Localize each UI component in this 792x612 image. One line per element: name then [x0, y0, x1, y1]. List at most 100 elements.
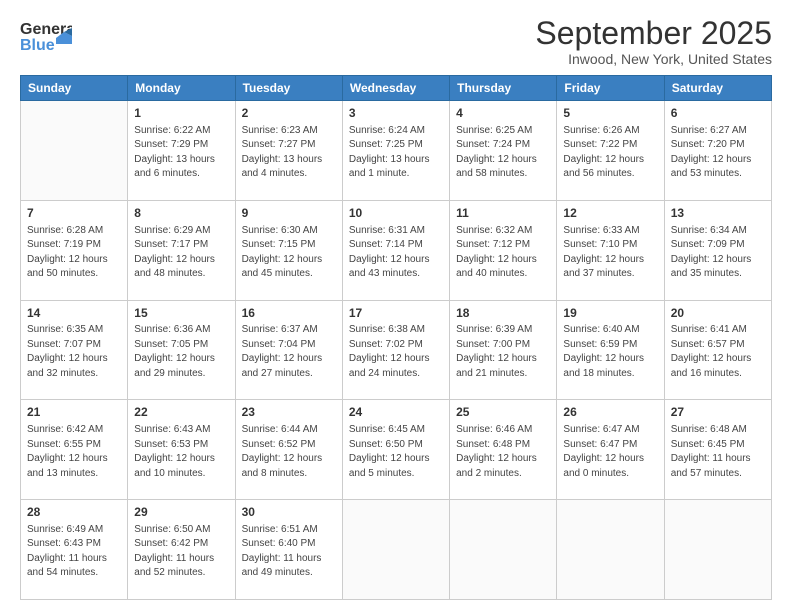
title-block: September 2025 Inwood, New York, United … — [535, 16, 772, 67]
calendar-day: 16Sunrise: 6:37 AM Sunset: 7:04 PM Dayli… — [235, 300, 342, 400]
calendar-day: 30 Sunrise: 6:51 AM Sunset: 6:40 PM Dayli… — [235, 500, 342, 600]
calendar-day: 25 Sunrise: 6:46 AM Sunset: 6:48 PM Dayli… — [450, 400, 557, 500]
day-info: Sunrise: 6:34 AM Sunset: 7:09 PM Dayligh… — [671, 224, 765, 282]
day-number: 16 — [242, 305, 336, 322]
calendar: Sunday Monday Tuesday Wednesday Thursday… — [20, 75, 772, 600]
day-info: Sunrise: 6:38 AM Sunset: 7:02 PM Dayligh… — [349, 323, 443, 381]
day-number: 30 — [242, 504, 336, 521]
main-title: September 2025 — [535, 16, 772, 51]
logo-icon: General Blue — [20, 16, 72, 56]
day-number: 17 — [349, 305, 443, 322]
calendar-header-row: Sunday Monday Tuesday Wednesday Thursday… — [21, 76, 772, 101]
calendar-day: 17Sunrise: 6:38 AM Sunset: 7:02 PM Dayli… — [342, 300, 449, 400]
calendar-day: 6 Sunrise: 6:27 AM Sunset: 7:20 PM Daylig… — [664, 101, 771, 201]
day-number: 2 — [242, 105, 336, 122]
day-number: 14 — [27, 305, 121, 322]
day-number: 4 — [456, 105, 550, 122]
calendar-day — [450, 500, 557, 600]
calendar-day — [557, 500, 664, 600]
calendar-day: 14Sunrise: 6:35 AM Sunset: 7:07 PM Dayli… — [21, 300, 128, 400]
day-number: 22 — [134, 404, 228, 421]
day-number: 25 — [456, 404, 550, 421]
calendar-day — [664, 500, 771, 600]
col-tuesday: Tuesday — [235, 76, 342, 101]
day-info: Sunrise: 6:26 AM Sunset: 7:22 PM Dayligh… — [563, 124, 657, 182]
calendar-week-1: 7Sunrise: 6:28 AM Sunset: 7:19 PM Daylig… — [21, 200, 772, 300]
day-info: Sunrise: 6:35 AM Sunset: 7:07 PM Dayligh… — [27, 323, 121, 381]
calendar-day: 28 Sunrise: 6:49 AM Sunset: 6:43 PM Dayli… — [21, 500, 128, 600]
calendar-day: 20Sunrise: 6:41 AM Sunset: 6:57 PM Dayli… — [664, 300, 771, 400]
day-info: Sunrise: 6:22 AM Sunset: 7:29 PM Dayligh… — [134, 124, 228, 182]
calendar-day: 4 Sunrise: 6:25 AM Sunset: 7:24 PM Daylig… — [450, 101, 557, 201]
day-info: Sunrise: 6:43 AM Sunset: 6:53 PM Dayligh… — [134, 423, 228, 481]
col-saturday: Saturday — [664, 76, 771, 101]
day-number: 8 — [134, 205, 228, 222]
day-number: 18 — [456, 305, 550, 322]
page: General Blue September 2025 Inwood, New … — [0, 0, 792, 612]
col-friday: Friday — [557, 76, 664, 101]
day-number: 15 — [134, 305, 228, 322]
day-number: 29 — [134, 504, 228, 521]
day-number: 23 — [242, 404, 336, 421]
calendar-day: 26 Sunrise: 6:47 AM Sunset: 6:47 PM Dayli… — [557, 400, 664, 500]
calendar-week-2: 14Sunrise: 6:35 AM Sunset: 7:07 PM Dayli… — [21, 300, 772, 400]
day-info: Sunrise: 6:25 AM Sunset: 7:24 PM Dayligh… — [456, 124, 550, 182]
day-number: 12 — [563, 205, 657, 222]
calendar-day: 22 Sunrise: 6:43 AM Sunset: 6:53 PM Dayli… — [128, 400, 235, 500]
day-info: Sunrise: 6:51 AM Sunset: 6:40 PM Dayligh… — [242, 523, 336, 581]
day-info: Sunrise: 6:45 AM Sunset: 6:50 PM Dayligh… — [349, 423, 443, 481]
day-info: Sunrise: 6:40 AM Sunset: 6:59 PM Dayligh… — [563, 323, 657, 381]
day-number: 10 — [349, 205, 443, 222]
day-number: 21 — [27, 404, 121, 421]
day-number: 11 — [456, 205, 550, 222]
calendar-day: 8Sunrise: 6:29 AM Sunset: 7:17 PM Daylig… — [128, 200, 235, 300]
day-info: Sunrise: 6:23 AM Sunset: 7:27 PM Dayligh… — [242, 124, 336, 182]
day-info: Sunrise: 6:46 AM Sunset: 6:48 PM Dayligh… — [456, 423, 550, 481]
calendar-day: 21 Sunrise: 6:42 AM Sunset: 6:55 PM Dayli… — [21, 400, 128, 500]
day-number: 6 — [671, 105, 765, 122]
calendar-day: 10 Sunrise: 6:31 AM Sunset: 7:14 PM Dayli… — [342, 200, 449, 300]
calendar-day: 2 Sunrise: 6:23 AM Sunset: 7:27 PM Daylig… — [235, 101, 342, 201]
calendar-day: 7Sunrise: 6:28 AM Sunset: 7:19 PM Daylig… — [21, 200, 128, 300]
calendar-day: 24 Sunrise: 6:45 AM Sunset: 6:50 PM Dayli… — [342, 400, 449, 500]
day-info: Sunrise: 6:49 AM Sunset: 6:43 PM Dayligh… — [27, 523, 121, 581]
day-number: 1 — [134, 105, 228, 122]
svg-text:Blue: Blue — [20, 37, 55, 54]
day-number: 20 — [671, 305, 765, 322]
calendar-day: 19Sunrise: 6:40 AM Sunset: 6:59 PM Dayli… — [557, 300, 664, 400]
day-number: 19 — [563, 305, 657, 322]
day-info: Sunrise: 6:42 AM Sunset: 6:55 PM Dayligh… — [27, 423, 121, 481]
day-info: Sunrise: 6:48 AM Sunset: 6:45 PM Dayligh… — [671, 423, 765, 481]
day-number: 9 — [242, 205, 336, 222]
col-sunday: Sunday — [21, 76, 128, 101]
calendar-day: 13 Sunrise: 6:34 AM Sunset: 7:09 PM Dayli… — [664, 200, 771, 300]
day-info: Sunrise: 6:44 AM Sunset: 6:52 PM Dayligh… — [242, 423, 336, 481]
calendar-week-4: 28 Sunrise: 6:49 AM Sunset: 6:43 PM Dayli… — [21, 500, 772, 600]
calendar-day: 11Sunrise: 6:32 AM Sunset: 7:12 PM Dayli… — [450, 200, 557, 300]
header: General Blue September 2025 Inwood, New … — [20, 16, 772, 67]
day-info: Sunrise: 6:27 AM Sunset: 7:20 PM Dayligh… — [671, 124, 765, 182]
day-info: Sunrise: 6:30 AM Sunset: 7:15 PM Dayligh… — [242, 224, 336, 282]
day-number: 28 — [27, 504, 121, 521]
calendar-day: 9 Sunrise: 6:30 AM Sunset: 7:15 PM Daylig… — [235, 200, 342, 300]
day-number: 26 — [563, 404, 657, 421]
day-number: 24 — [349, 404, 443, 421]
day-number: 3 — [349, 105, 443, 122]
day-info: Sunrise: 6:36 AM Sunset: 7:05 PM Dayligh… — [134, 323, 228, 381]
col-thursday: Thursday — [450, 76, 557, 101]
day-info: Sunrise: 6:39 AM Sunset: 7:00 PM Dayligh… — [456, 323, 550, 381]
calendar-day: 15Sunrise: 6:36 AM Sunset: 7:05 PM Dayli… — [128, 300, 235, 400]
day-number: 13 — [671, 205, 765, 222]
calendar-day: 27Sunrise: 6:48 AM Sunset: 6:45 PM Dayli… — [664, 400, 771, 500]
calendar-day — [342, 500, 449, 600]
day-info: Sunrise: 6:47 AM Sunset: 6:47 PM Dayligh… — [563, 423, 657, 481]
logo: General Blue — [20, 16, 72, 56]
calendar-day: 29Sunrise: 6:50 AM Sunset: 6:42 PM Dayli… — [128, 500, 235, 600]
calendar-day: 18Sunrise: 6:39 AM Sunset: 7:00 PM Dayli… — [450, 300, 557, 400]
calendar-day: 1 Sunrise: 6:22 AM Sunset: 7:29 PM Daylig… — [128, 101, 235, 201]
calendar-day — [21, 101, 128, 201]
day-info: Sunrise: 6:31 AM Sunset: 7:14 PM Dayligh… — [349, 224, 443, 282]
day-info: Sunrise: 6:28 AM Sunset: 7:19 PM Dayligh… — [27, 224, 121, 282]
calendar-day: 3Sunrise: 6:24 AM Sunset: 7:25 PM Daylig… — [342, 101, 449, 201]
calendar-day: 23 Sunrise: 6:44 AM Sunset: 6:52 PM Dayli… — [235, 400, 342, 500]
